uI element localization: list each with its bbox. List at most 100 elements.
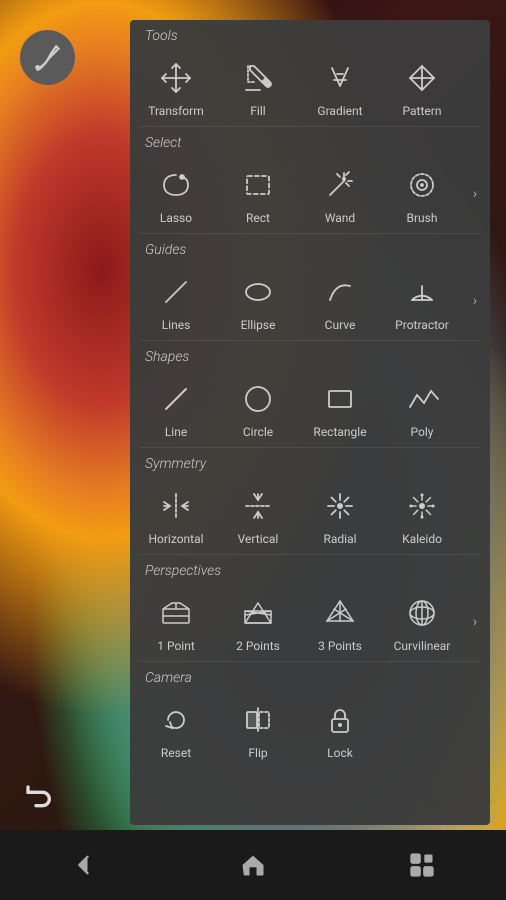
nav-back-button[interactable]	[54, 840, 114, 890]
tool-kaleido-label: Kaleido	[402, 532, 442, 546]
select-arrow[interactable]: ›	[469, 186, 485, 202]
tool-brush-select-label: Brush	[407, 211, 438, 225]
tool-rect[interactable]: Rect	[217, 155, 299, 233]
tools-grid-shapes: Line Circle Rectangle	[130, 369, 490, 447]
tool-3points[interactable]: 3 Points	[299, 583, 381, 661]
fill-icon	[236, 56, 280, 100]
persp-curv-icon	[400, 591, 444, 635]
wand-icon	[318, 163, 362, 207]
tool-horizontal-label: Horizontal	[148, 532, 203, 546]
tool-2points[interactable]: 2 Points	[217, 583, 299, 661]
section-title-camera: Camera	[130, 662, 490, 690]
persp-1-icon	[154, 591, 198, 635]
tool-lines-label: Lines	[162, 318, 191, 332]
tools-row-perspectives: 1 Point 2 Points	[135, 583, 469, 661]
section-title-guides: Guides	[130, 234, 490, 262]
move-icon	[154, 56, 198, 100]
protractor-icon	[400, 270, 444, 314]
tool-lasso[interactable]: Lasso	[135, 155, 217, 233]
tool-3points-label: 3 Points	[318, 639, 362, 653]
section-title-select: Select	[130, 127, 490, 155]
lasso-icon	[154, 163, 198, 207]
tool-pattern-label: Pattern	[403, 104, 442, 118]
tool-curve-label: Curve	[325, 318, 356, 332]
sym-vertical-icon	[236, 484, 280, 528]
tool-gradient[interactable]: Gradient	[299, 48, 381, 126]
tool-curvilinear[interactable]: Curvilinear	[381, 583, 463, 661]
brush-button[interactable]	[20, 30, 75, 85]
sym-radial-icon	[318, 484, 362, 528]
tool-radial-label: Radial	[323, 532, 356, 546]
nav-bar	[0, 830, 506, 900]
tool-1point[interactable]: 1 Point	[135, 583, 217, 661]
persp-2-icon	[236, 591, 280, 635]
tools-grid-tools: Transform Fill	[130, 48, 490, 126]
tool-lasso-label: Lasso	[160, 211, 192, 225]
tools-row-select: Lasso Rect	[135, 155, 469, 233]
tool-rect-label: Rect	[246, 211, 270, 225]
tool-gradient-label: Gradient	[317, 104, 362, 118]
tool-reset[interactable]: Reset	[135, 690, 217, 768]
nav-recent-button[interactable]	[392, 840, 452, 890]
tool-radial[interactable]: Radial	[299, 476, 381, 554]
tool-1point-label: 1 Point	[157, 639, 195, 653]
tool-circle[interactable]: Circle	[217, 369, 299, 447]
tool-curvilinear-label: Curvilinear	[394, 639, 451, 653]
tool-ellipse[interactable]: Ellipse	[217, 262, 299, 340]
tool-brush-select[interactable]: Brush	[381, 155, 463, 233]
sym-horizontal-icon	[154, 484, 198, 528]
tools-row-shapes: Line Circle Rectangle	[135, 369, 485, 447]
tool-fill[interactable]: Fill	[217, 48, 299, 126]
tool-lock[interactable]: Lock	[299, 690, 381, 768]
tool-line[interactable]: Line	[135, 369, 217, 447]
tool-wand[interactable]: Wand	[299, 155, 381, 233]
tools-grid-select: Lasso Rect	[130, 155, 490, 233]
gradient-icon	[318, 56, 362, 100]
tool-line-label: Line	[165, 425, 187, 439]
tool-lines[interactable]: Lines	[135, 262, 217, 340]
tools-row-guides: Lines Ellipse Curve	[135, 262, 469, 340]
tool-poly-label: Poly	[411, 425, 434, 439]
tool-kaleido[interactable]: Kaleido	[381, 476, 463, 554]
tools-grid-perspectives: 1 Point 2 Points	[130, 583, 490, 661]
tool-flip[interactable]: Flip	[217, 690, 299, 768]
tool-rectangle-label: Rectangle	[313, 425, 366, 439]
tool-protractor-label: Protractor	[395, 318, 449, 332]
tools-row-tools: Transform Fill	[135, 48, 485, 126]
line-icon	[154, 377, 198, 421]
poly-icon	[400, 377, 444, 421]
pattern-icon	[400, 56, 444, 100]
tool-flip-label: Flip	[248, 746, 267, 760]
rectangle-icon	[318, 377, 362, 421]
perspectives-arrow[interactable]: ›	[469, 614, 485, 630]
tool-fill-label: Fill	[250, 104, 265, 118]
tool-ellipse-label: Ellipse	[241, 318, 276, 332]
section-title-shapes: Shapes	[130, 341, 490, 369]
tool-rectangle[interactable]: Rectangle	[299, 369, 381, 447]
tool-transform[interactable]: Transform	[135, 48, 217, 126]
guides-arrow[interactable]: ›	[469, 293, 485, 309]
tools-grid-guides: Lines Ellipse Curve	[130, 262, 490, 340]
tool-pattern[interactable]: Pattern	[381, 48, 463, 126]
tool-transform-label: Transform	[148, 104, 204, 118]
section-title-perspectives: Perspectives	[130, 555, 490, 583]
tool-circle-label: Circle	[243, 425, 273, 439]
tool-horizontal[interactable]: Horizontal	[135, 476, 217, 554]
tool-poly[interactable]: Poly	[381, 369, 463, 447]
tools-grid-symmetry: Horizontal Vertical	[130, 476, 490, 554]
flip-icon	[236, 698, 280, 742]
sym-kaleido-icon	[400, 484, 444, 528]
tool-curve[interactable]: Curve	[299, 262, 381, 340]
tool-wand-label: Wand	[325, 211, 355, 225]
circle-icon	[236, 377, 280, 421]
lines-icon	[154, 270, 198, 314]
tool-2points-label: 2 Points	[236, 639, 280, 653]
tool-vertical-label: Vertical	[238, 532, 279, 546]
tool-vertical[interactable]: Vertical	[217, 476, 299, 554]
nav-home-button[interactable]	[223, 840, 283, 890]
tools-panel: Tools Transform	[130, 20, 490, 825]
tool-lock-label: Lock	[327, 746, 353, 760]
tool-protractor[interactable]: Protractor	[381, 262, 463, 340]
undo-button[interactable]	[20, 775, 60, 815]
section-title-symmetry: Symmetry	[130, 448, 490, 476]
